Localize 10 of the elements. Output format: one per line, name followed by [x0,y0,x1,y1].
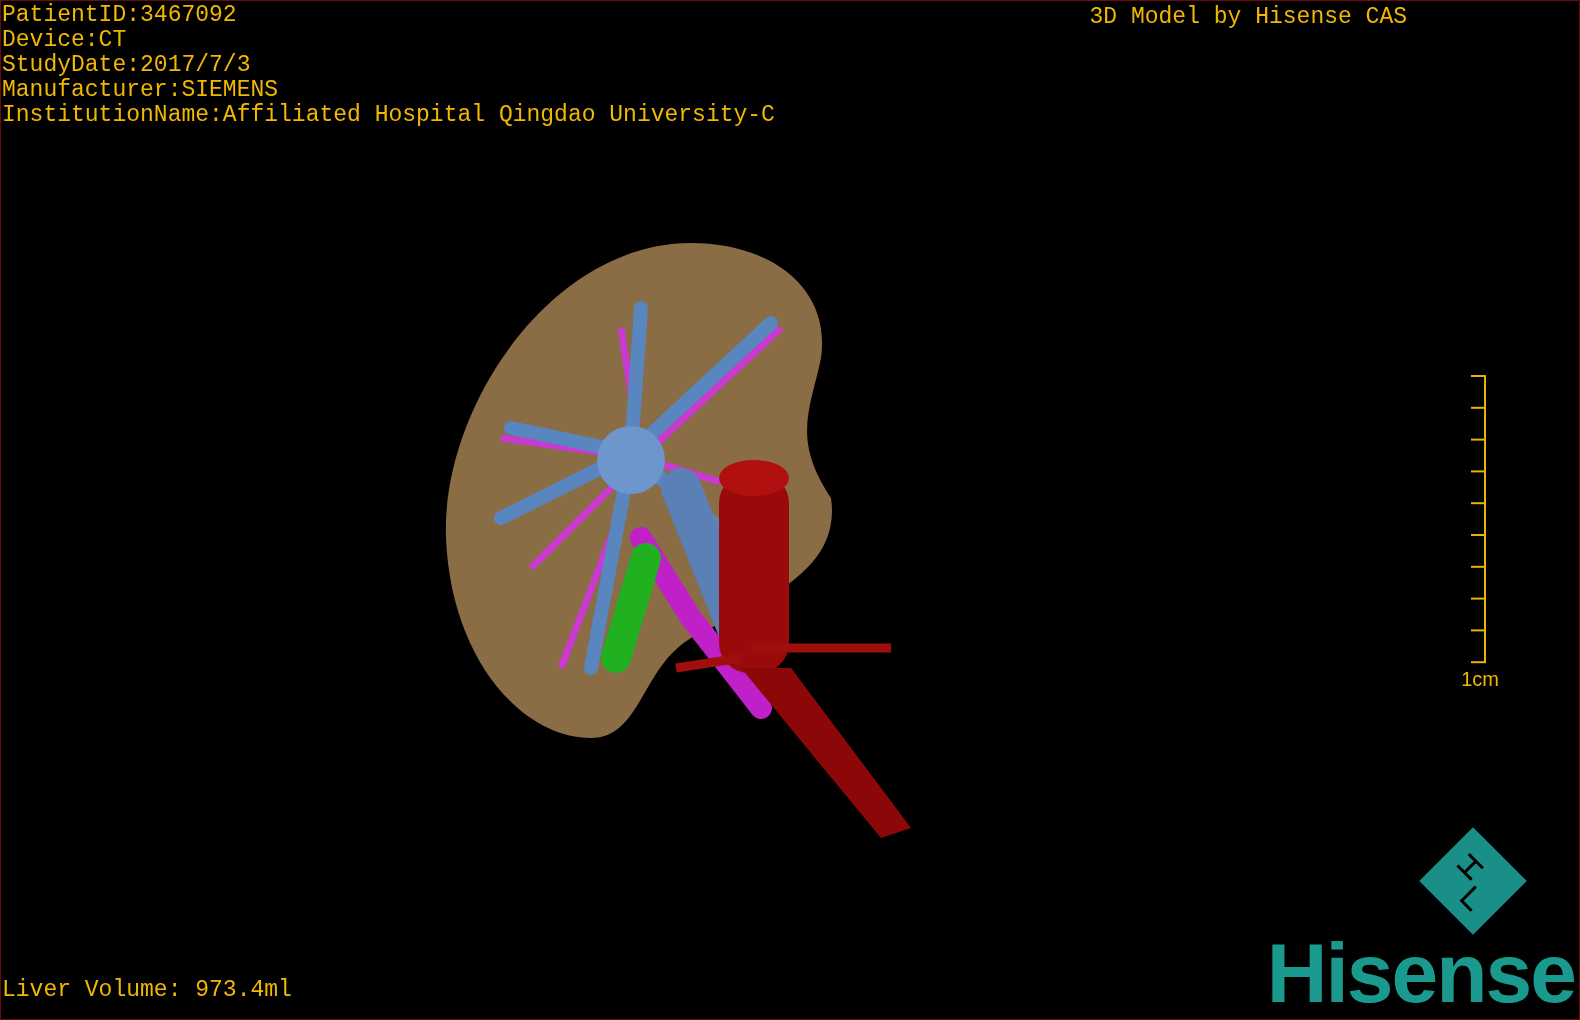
scale-label: 1cm [1461,668,1499,690]
patient-info-text: Device:CT [2,28,128,53]
patient-info-text: StudyDate:2017/7/3 [2,53,252,78]
patient-info-text: PatientID:3467092 [2,3,238,28]
patient-info-text: Manufacturer:SIEMENS [2,78,280,103]
scale-bar-icon [1469,374,1489,664]
liver-volume-text: Liver Volume: 973.4ml [1,978,292,1005]
viewer-title: 3D Model by Hisense CAS [1089,3,1408,30]
logo-wordmark: Hisense [1266,937,1575,1019]
patient-info-text: InstitutionName:Affiliated Hospital Qingdao University-C [2,103,775,128]
